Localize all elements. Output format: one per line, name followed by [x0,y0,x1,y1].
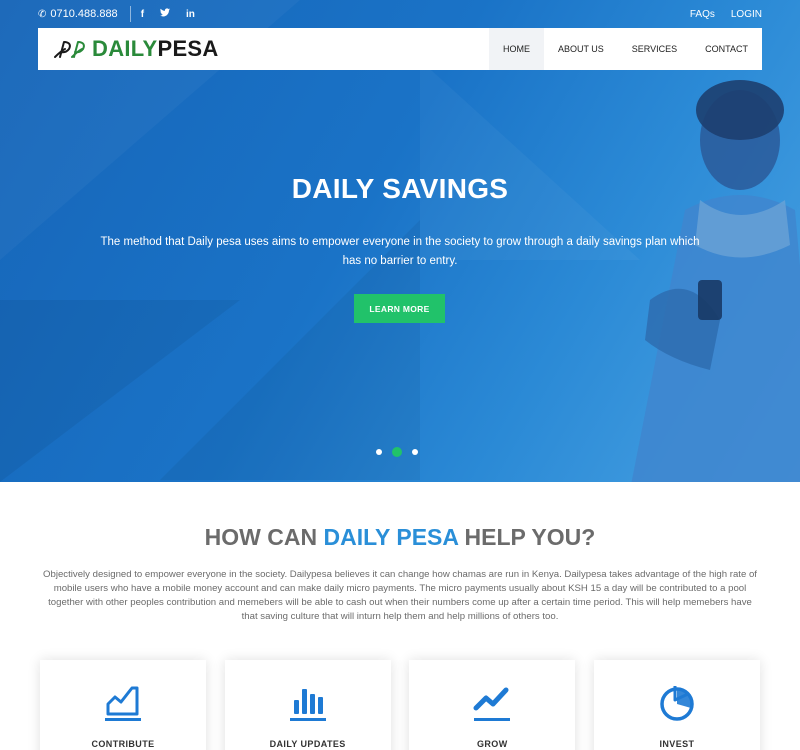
brand-name-pesa: PESA [157,36,219,61]
area-chart-icon [105,686,141,721]
feature-cards: CONTRIBUTE DAILY UPDATES GROW INVEST [40,660,760,750]
top-bar: ✆ 0710.488.888 f in FAQs LOGIN [38,0,762,28]
feature-card-label: DAILY UPDATES [269,739,346,749]
feature-card-label: INVEST [659,739,695,749]
help-section-text: Objectively designed to empower everyone… [43,569,757,622]
top-links: FAQs LOGIN [690,9,762,20]
feature-card-invest[interactable]: INVEST [593,660,760,750]
phone-icon: ✆ [38,8,47,20]
line-chart-icon [473,687,511,721]
nav-item-home[interactable]: HOME [488,28,544,70]
hero-description: The method that Daily pesa uses aims to … [100,236,700,267]
linkedin-icon[interactable]: in [186,9,195,20]
phone-number: 0710.488.888 [50,8,118,20]
facebook-icon[interactable]: f [141,9,144,20]
twitter-icon[interactable] [160,8,171,20]
carousel-dot-active[interactable] [392,447,402,457]
bar-chart-icon [289,689,326,721]
social-links: f in [141,8,195,20]
help-section-title: HOW CAN DAILY PESA HELP YOU? [0,524,800,551]
feature-card-contribute[interactable]: CONTRIBUTE [40,660,206,750]
carousel-indicators [376,447,418,457]
nav-item-services[interactable]: SERVICES [618,28,691,70]
carousel-dot[interactable] [412,449,418,455]
brand-logo[interactable]: DAILYPESA [52,36,219,62]
feature-card-daily-updates[interactable]: DAILY UPDATES [224,660,391,750]
nav-menu: HOME ABOUT US SERVICES CONTACT [488,28,762,70]
main-navbar: DAILYPESA HOME ABOUT US SERVICES CONTACT [38,28,762,70]
pie-chart-icon [660,686,694,721]
phone-contact[interactable]: ✆ 0710.488.888 [38,8,118,20]
nav-item-contact[interactable]: CONTACT [691,28,762,70]
brand-name-daily: DAILY [92,36,158,61]
feature-card-grow[interactable]: GROW [409,660,576,750]
hero-bg-shape [0,300,240,482]
feature-card-label: CONTRIBUTE [91,739,155,749]
help-title-end: HELP YOU? [458,524,596,550]
nav-item-about[interactable]: ABOUT US [544,28,618,70]
dp-logo-icon [54,41,85,58]
learn-more-button[interactable]: LEARN MORE [354,294,445,323]
feature-card-label: GROW [477,739,508,749]
login-link[interactable]: LOGIN [731,9,762,20]
hero-person-image [631,80,800,482]
faqs-link[interactable]: FAQs [690,9,715,20]
brand-name: DAILYPESA [92,36,219,62]
hero-title: DAILY SAVINGS [291,173,509,204]
hero-banner: ✆ 0710.488.888 f in FAQs LOGIN DAILYPESA… [0,0,800,482]
carousel-dot[interactable] [376,449,382,455]
help-title-start: HOW CAN [204,524,324,550]
divider [129,6,131,22]
help-title-accent: DAILY PESA [323,524,459,550]
